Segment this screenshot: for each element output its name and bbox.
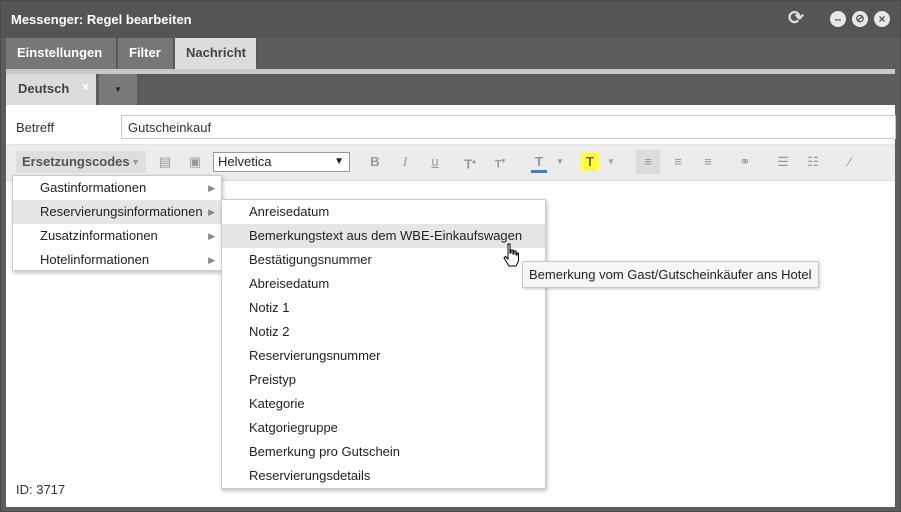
menu-item-label: Reservierungsinformationen	[40, 204, 203, 219]
underline-icon[interactable]: u	[426, 153, 444, 171]
replacement-codes-menu: Gastinformationen ▶ Reservierungsinformat…	[12, 175, 222, 271]
window-title: Messenger: Regel bearbeiten	[11, 12, 192, 27]
minimize-icon[interactable]: –	[830, 11, 846, 27]
submenu-item[interactable]: Bemerkungstext aus dem WBE-Einkaufswagen	[222, 224, 545, 248]
menu-item-zusatzinformationen[interactable]: Zusatzinformationen ▶	[13, 224, 221, 248]
table-icon[interactable]: ▤	[156, 153, 174, 171]
unordered-list-icon[interactable]: ☷	[804, 153, 822, 171]
tooltip: Bemerkung vom Gast/Gutscheinkäufer ans H…	[522, 261, 819, 288]
italic-icon[interactable]: I	[396, 153, 414, 171]
menu-item-reservierungsinformationen[interactable]: Reservierungsinformationen ▶	[13, 200, 221, 224]
submenu-item[interactable]: Notiz 2	[222, 320, 545, 344]
submenu-arrow-icon: ▶	[208, 207, 215, 217]
replacement-codes-button[interactable]: Ersetzungscodes ▼	[16, 151, 146, 173]
bold-icon[interactable]: B	[366, 153, 384, 171]
replacement-codes-label: Ersetzungscodes	[22, 154, 130, 169]
block-icon[interactable]: ⊘	[852, 11, 868, 27]
submenu-item[interactable]: Bemerkung pro Gutschein	[222, 440, 545, 464]
language-dropdown-button[interactable]: ▼	[99, 74, 137, 105]
menu-item-label: Hotelinformationen	[40, 252, 150, 267]
superscript-icon[interactable]: T▴	[461, 153, 479, 171]
text-color-swatch	[531, 170, 547, 173]
align-left-icon[interactable]: ≡	[639, 153, 657, 171]
highlight-icon[interactable]: T	[581, 153, 599, 171]
title-bar[interactable]: Messenger: Regel bearbeiten ⟳ – ⊘ ×	[1, 1, 900, 38]
submenu-item[interactable]: Preistyp	[222, 368, 545, 392]
close-icon[interactable]: ×	[874, 11, 890, 27]
menu-item-gastinformationen[interactable]: Gastinformationen ▶	[13, 176, 221, 200]
submenu-item[interactable]: Kategorie	[222, 392, 545, 416]
tab-bar: Einstellungen Filter Nachricht	[6, 38, 895, 69]
chevron-down-icon: ▼	[334, 156, 344, 167]
clear-format-icon[interactable]: ⁄	[841, 153, 859, 171]
tab-einstellungen[interactable]: Einstellungen	[6, 38, 117, 69]
align-center-icon[interactable]: ≡	[669, 153, 687, 171]
menu-item-hotelinformationen[interactable]: Hotelinformationen ▶	[13, 248, 221, 272]
subject-input[interactable]	[121, 115, 896, 139]
subject-label: Betreff	[16, 120, 55, 135]
tab-filter[interactable]: Filter	[118, 38, 174, 69]
language-tab-bar: Deutsch × ▼	[6, 74, 895, 105]
subscript-icon[interactable]: T▾	[491, 153, 509, 171]
text-color-icon[interactable]: T	[530, 153, 548, 171]
reservation-info-submenu: Anreisedatum Bemerkungstext aus dem WBE-…	[221, 199, 546, 489]
submenu-item[interactable]: Anreisedatum	[222, 200, 545, 224]
chevron-down-icon: ▼	[131, 157, 140, 167]
close-tab-icon[interactable]: ×	[82, 72, 89, 102]
chevron-down-icon: ▼	[114, 85, 122, 94]
chevron-down-icon[interactable]: ▼	[602, 153, 620, 171]
tab-nachricht[interactable]: Nachricht	[175, 38, 257, 69]
record-id-label: ID: 3717	[16, 482, 66, 497]
hand-cursor-icon	[503, 243, 519, 267]
submenu-item[interactable]: Notiz 1	[222, 296, 545, 320]
font-family-value: Helvetica	[218, 154, 272, 169]
submenu-arrow-icon: ▶	[208, 231, 215, 241]
submenu-arrow-icon: ▶	[208, 183, 215, 193]
submenu-item[interactable]: Reservierungsdetails	[222, 464, 545, 488]
link-icon[interactable]: ⚭	[736, 153, 754, 171]
align-right-icon[interactable]: ≡	[699, 153, 717, 171]
refresh-icon[interactable]: ⟳	[786, 9, 806, 29]
submenu-item[interactable]: Katgoriegruppe	[222, 416, 545, 440]
ordered-list-icon[interactable]: ☰	[774, 153, 792, 171]
submenu-item[interactable]: Bestätigungsnummer	[222, 248, 545, 272]
font-family-select[interactable]: Helvetica ▼	[213, 152, 350, 172]
language-tab-deutsch[interactable]: Deutsch ×	[6, 74, 96, 105]
submenu-item[interactable]: Reservierungsnummer	[222, 344, 545, 368]
image-icon[interactable]: ▣	[186, 153, 204, 171]
submenu-item[interactable]: Abreisedatum	[222, 272, 545, 296]
chevron-down-icon[interactable]: ▼	[551, 153, 569, 171]
subject-row: Betreff	[6, 105, 896, 145]
menu-item-label: Gastinformationen	[40, 180, 147, 195]
menu-item-label: Zusatzinformationen	[40, 228, 158, 243]
language-tab-label: Deutsch	[18, 81, 70, 96]
submenu-arrow-icon: ▶	[208, 255, 215, 265]
